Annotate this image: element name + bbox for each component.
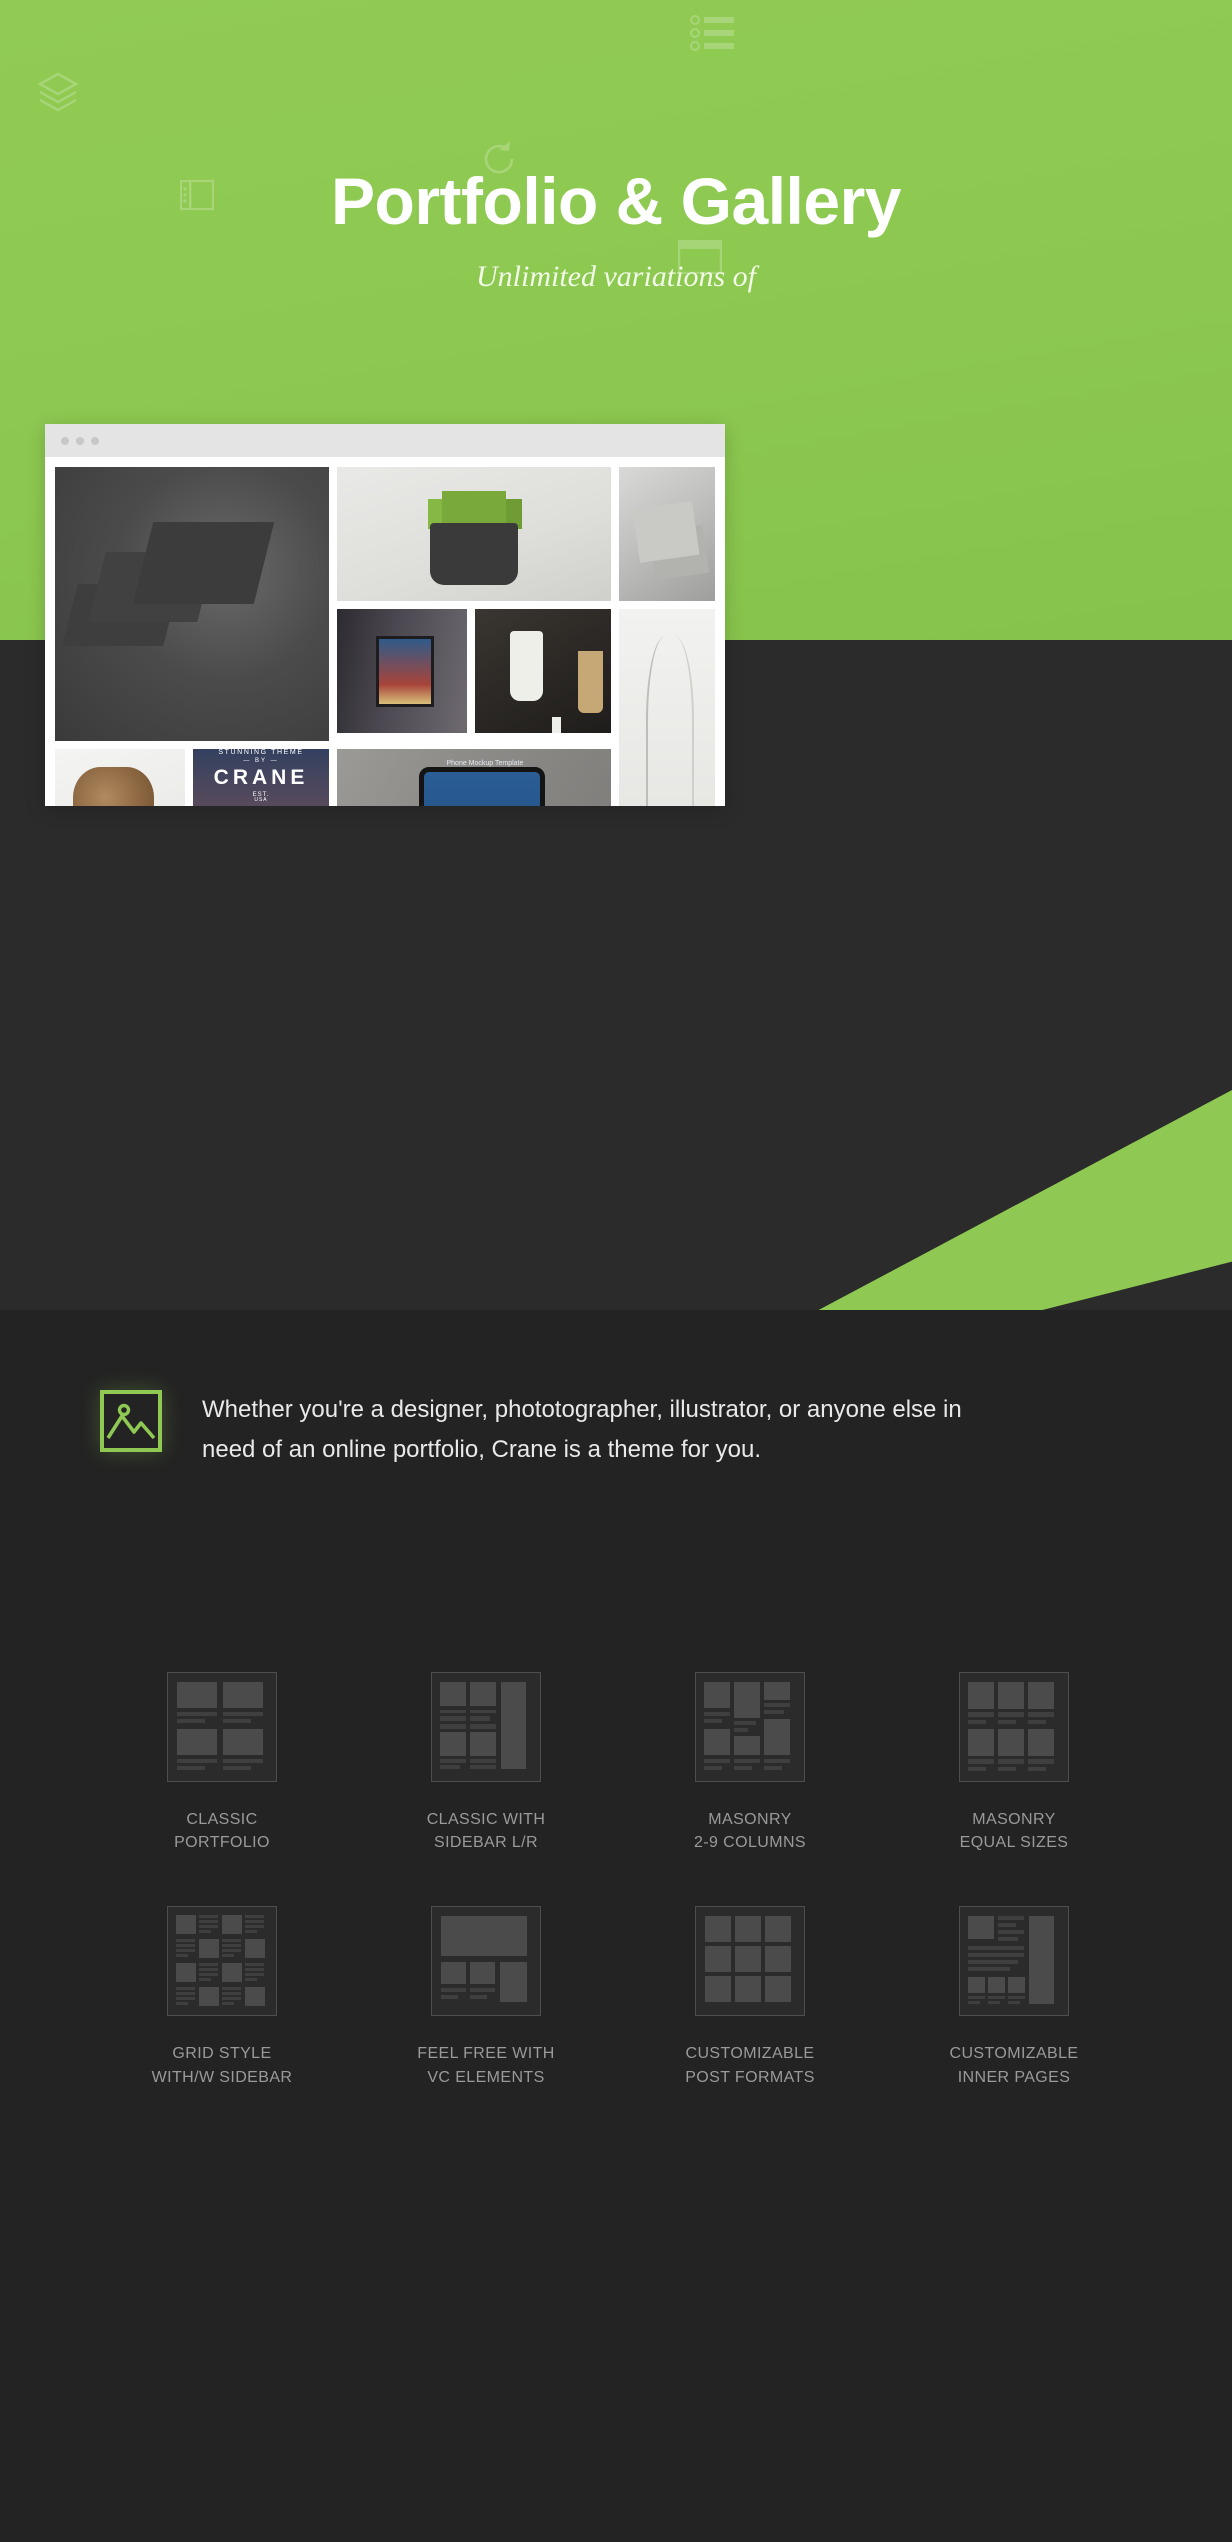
gallery-tile-potted-plant-interior[interactable] <box>337 467 611 601</box>
feature-label-line2: WITH/W SIDEBAR <box>151 2068 293 2086</box>
feature-label-line2: EQUAL SIZES <box>959 1834 1069 1852</box>
image-steampunk-robot <box>55 749 185 806</box>
image-framed-poster <box>337 609 467 733</box>
feature-label-line2: VC ELEMENTS <box>427 2068 545 2086</box>
crane-line2: — BY — <box>243 758 279 765</box>
image-potted-plant <box>337 467 611 601</box>
gallery-tile-dark-stationery-mockup[interactable] <box>55 467 329 741</box>
image-fashion-sketch <box>619 609 715 806</box>
wireframe-masonry-equal <box>959 1672 1069 1782</box>
feature-label-line1: CLASSIC <box>186 1811 258 1828</box>
feature-label: GRID STYLE WITH/W SIDEBAR <box>152 2042 293 2088</box>
crane-line1: STUNNING THEME <box>218 749 304 756</box>
image-crane-poster: STUNNING THEME — BY — CRANE EST. USA MUL… <box>193 749 329 806</box>
feature-label: MASONRY 2-9 COLUMNS <box>694 1808 806 1854</box>
phone-screen <box>419 766 546 806</box>
feature-label-line1: MASONRY <box>708 1811 792 1828</box>
gallery-tile-business-cards-crane[interactable] <box>619 467 715 601</box>
feature-label: FEEL FREE WITH VC ELEMENTS <box>417 2042 554 2088</box>
browser-mockup: STUNNING THEME — BY — CRANE EST. USA MUL… <box>45 424 725 806</box>
wireframe-inner-page <box>959 1906 1069 2017</box>
feature-label-line1: FEEL FREE WITH <box>417 2045 555 2063</box>
list-icon <box>690 14 736 52</box>
window-dot-close[interactable] <box>61 436 69 445</box>
page-title: Portfolio & Gallery <box>331 164 901 238</box>
feature-label-line2: INNER PAGES <box>957 2068 1071 2086</box>
feature-label: CUSTOMIZABLE POST FORMATS <box>685 2042 815 2088</box>
feature-label: CUSTOMIZABLE INNER PAGES <box>950 2042 1079 2088</box>
gallery-tile-framed-poster-corridor[interactable] <box>337 609 467 733</box>
feature-label-line2: 2-9 COLUMNS <box>694 1834 806 1852</box>
intro-paragraph: Whether you're a designer, phototographe… <box>202 1396 962 1464</box>
feature-customizable-inner-pages[interactable]: CUSTOMIZABLE INNER PAGES <box>882 1906 1146 2088</box>
gallery-tile-phone-mockup-hand[interactable]: Phone Mockup Template GET IT NOW <box>337 749 611 806</box>
feature-label: CLASSIC WITH SIDEBAR L/R <box>427 1808 546 1854</box>
intro-block: Whether you're a designer, phototographe… <box>100 1390 1140 1471</box>
gallery-tile-coffee-cup-branding[interactable] <box>475 609 611 733</box>
feature-label: MASONRY EQUAL SIZES <box>960 1808 1069 1854</box>
wireframe-masonry <box>695 1672 805 1782</box>
image-placeholder-icon <box>100 1390 162 1452</box>
feature-label-line1: CUSTOMIZABLE <box>685 2045 815 2063</box>
feature-label-line2: PORTFOLIO <box>174 1834 270 1852</box>
window-dot-minimize[interactable] <box>76 436 84 445</box>
feature-classic-portfolio[interactable]: CLASSIC PORTFOLIO <box>90 1672 354 1854</box>
feature-label: CLASSIC PORTFOLIO <box>174 1808 270 1854</box>
wireframe-grid-style <box>167 1906 277 2017</box>
image-business-cards <box>619 467 715 601</box>
page-subtitle: Unlimited variations of <box>476 260 756 293</box>
portfolio-gallery-grid: STUNNING THEME — BY — CRANE EST. USA MUL… <box>55 467 715 806</box>
layers-icon <box>36 70 80 114</box>
browser-viewport: STUNNING THEME — BY — CRANE EST. USA MUL… <box>45 457 725 806</box>
image-dark-stationery <box>55 467 329 741</box>
feature-masonry-equal-sizes[interactable]: MASONRY EQUAL SIZES <box>882 1672 1146 1854</box>
gallery-tile-steampunk-robot[interactable] <box>55 749 185 806</box>
feature-customizable-post-formats[interactable]: CUSTOMIZABLE POST FORMATS <box>618 1906 882 2088</box>
gallery-tile-crane-poster[interactable]: STUNNING THEME — BY — CRANE EST. USA MUL… <box>193 749 329 806</box>
feature-label-line2: SIDEBAR L/R <box>434 1834 538 1852</box>
phone-caption: Phone Mockup Template <box>446 760 524 768</box>
crane-badge: STUNNING THEME — BY — CRANE EST. USA MUL… <box>193 749 329 806</box>
feature-classic-with-sidebar[interactable]: CLASSIC WITH SIDEBAR L/R <box>354 1672 618 1854</box>
image-coffee-branding <box>475 609 611 733</box>
feature-label-line1: GRID STYLE <box>172 2045 272 2063</box>
window-dot-maximize[interactable] <box>91 436 99 445</box>
features-grid: CLASSIC PORTFOLIO CLASSIC WITH SIDEBAR L… <box>90 1672 1146 2089</box>
feature-grid-style-sidebar[interactable]: GRID STYLE WITH/W SIDEBAR <box>90 1906 354 2088</box>
wireframe-classic-sidebar <box>431 1672 541 1782</box>
feature-label-line1: CLASSIC WITH <box>426 1811 546 1828</box>
wireframe-nine-grid <box>695 1906 805 2017</box>
crane-country: USA <box>254 796 268 803</box>
feature-label-line1: MASONRY <box>972 1811 1056 1828</box>
image-phone-mockup: Phone Mockup Template GET IT NOW <box>337 749 611 806</box>
feature-masonry-columns[interactable]: MASONRY 2-9 COLUMNS <box>618 1672 882 1854</box>
feature-label-line2: POST FORMATS <box>685 2068 815 2086</box>
gallery-tile-fashion-sketch[interactable] <box>619 609 715 806</box>
crane-wordmark: CRANE <box>213 765 309 789</box>
wireframe-classic-portfolio <box>167 1672 277 1782</box>
browser-title-bar <box>45 424 725 457</box>
wireframe-vc-elements <box>431 1906 541 2017</box>
feature-vc-elements[interactable]: FEEL FREE WITH VC ELEMENTS <box>354 1906 618 2088</box>
feature-label-line1: CUSTOMIZABLE <box>949 2045 1079 2063</box>
